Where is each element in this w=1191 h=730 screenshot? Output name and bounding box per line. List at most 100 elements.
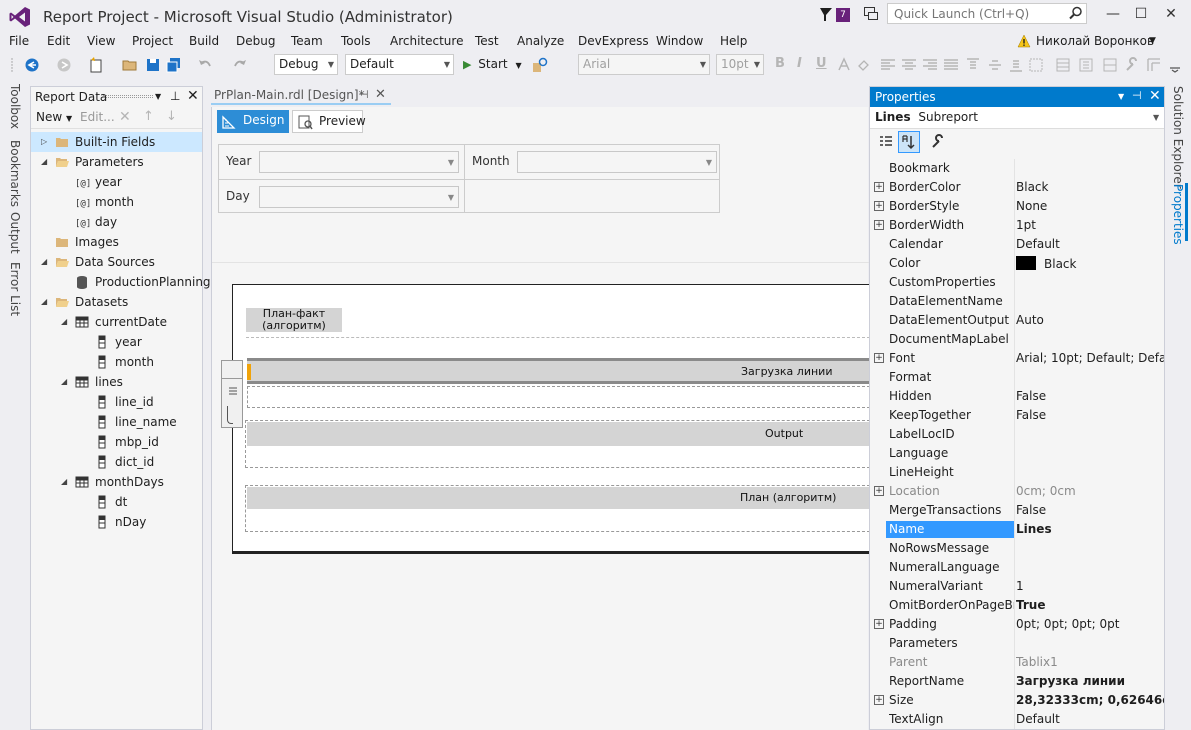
property-value[interactable]: Загрузка линии	[1016, 674, 1164, 688]
property-value[interactable]: False	[1016, 503, 1164, 517]
edit-button[interactable]: Edit...	[80, 110, 115, 124]
property-row-reportname[interactable]: ReportName Загрузка линии	[870, 672, 1164, 691]
save-icon[interactable]	[145, 57, 161, 73]
font-family-select[interactable]: Arial ▼	[578, 54, 710, 75]
tree-item[interactable]: month	[31, 352, 202, 372]
wrench-icon[interactable]	[1124, 57, 1140, 73]
property-row-bookmark[interactable]: Bookmark	[870, 159, 1164, 178]
tree-item[interactable]: dt	[31, 492, 202, 512]
menu-project[interactable]: Project	[132, 34, 173, 48]
align-top-icon[interactable]	[965, 57, 981, 73]
close-icon[interactable]: ✕	[187, 88, 199, 104]
collapse-arrow-icon[interactable]: ◢	[61, 477, 67, 486]
underline-button[interactable]: U	[816, 56, 827, 71]
tab-design[interactable]: Design	[217, 110, 289, 133]
toolbox-tab[interactable]: Toolbox	[8, 84, 22, 129]
year-select[interactable]: ▼	[259, 151, 459, 173]
tree-item[interactable]: ProductionPlanning	[31, 272, 211, 292]
bold-button[interactable]: B	[775, 56, 785, 71]
border-color-icon[interactable]	[1055, 57, 1071, 73]
maximize-button[interactable]: ☐	[1127, 4, 1155, 24]
new-project-icon[interactable]	[88, 57, 104, 73]
find-in-files-icon[interactable]	[532, 57, 548, 73]
pin-icon[interactable]: ⊣	[1132, 89, 1142, 102]
expand-plus-icon[interactable]: +	[874, 353, 884, 363]
user-name[interactable]: Николай Воронков	[1036, 34, 1154, 48]
property-value[interactable]: Default	[1016, 712, 1164, 726]
property-row-mergetransactions[interactable]: MergeTransactions False	[870, 501, 1164, 520]
tree-item[interactable]: [@] month	[31, 192, 202, 212]
property-row-location[interactable]: + Location 0cm; 0cm	[870, 482, 1164, 501]
row-handle-column[interactable]	[221, 360, 243, 428]
expand-plus-icon[interactable]: +	[874, 486, 884, 496]
property-row-size[interactable]: + Size 28,32333cm; 0,62646cm	[870, 691, 1164, 710]
justify-icon[interactable]	[943, 57, 959, 73]
align-bottom-icon[interactable]	[1008, 57, 1024, 73]
property-value[interactable]: 1	[1016, 579, 1164, 593]
tree-item[interactable]: line_name	[31, 412, 202, 432]
navigate-forward-icon[interactable]	[56, 57, 72, 73]
document-tab[interactable]: PrPlan-Main.rdl [Design]* ⊣ ✕	[211, 86, 391, 105]
align-middle-icon[interactable]	[987, 57, 1003, 73]
border-style-icon[interactable]	[1102, 57, 1118, 73]
collapse-arrow-icon[interactable]: ◢	[41, 157, 47, 166]
delete-icon[interactable]: ✕	[119, 109, 131, 125]
align-center-icon[interactable]	[901, 57, 917, 73]
collapse-arrow-icon[interactable]: ◢	[61, 377, 67, 386]
property-row-parent[interactable]: Parent Tablix1	[870, 653, 1164, 672]
search-icon[interactable]	[1069, 6, 1083, 20]
property-value[interactable]: Lines	[1016, 522, 1164, 536]
warning-icon[interactable]	[1017, 34, 1031, 48]
notification-count-badge[interactable]: 7	[836, 8, 850, 22]
property-pages-wrench-icon[interactable]	[930, 134, 946, 150]
property-row-dataelementname[interactable]: DataElementName	[870, 292, 1164, 311]
font-size-select[interactable]: 10pt ▼	[716, 54, 764, 75]
row-box-2[interactable]	[245, 420, 870, 468]
property-value[interactable]: False	[1016, 408, 1164, 422]
move-down-icon[interactable]: ↓	[166, 109, 177, 124]
open-file-icon[interactable]	[122, 57, 138, 73]
tree-item[interactable]: mbp_id	[31, 432, 202, 452]
property-row-hidden[interactable]: Hidden False	[870, 387, 1164, 406]
menu-test[interactable]: Test	[475, 34, 499, 48]
tree-item[interactable]: ▷ Built-in Fields	[31, 132, 202, 152]
expand-plus-icon[interactable]: +	[874, 695, 884, 705]
property-row-bordercolor[interactable]: + BorderColor Black	[870, 178, 1164, 197]
undo-icon[interactable]	[197, 57, 213, 73]
property-row-documentmaplabel[interactable]: DocumentMapLabel	[870, 330, 1164, 349]
month-select[interactable]: ▼	[517, 151, 717, 173]
tree-item[interactable]: ◢ monthDays	[31, 472, 202, 492]
property-row-format[interactable]: Format	[870, 368, 1164, 387]
row-box-1[interactable]	[247, 386, 870, 408]
redo-icon[interactable]	[232, 57, 248, 73]
tree-item[interactable]: ◢ lines	[31, 372, 202, 392]
menu-file[interactable]: File	[9, 34, 29, 48]
property-row-norowsmessage[interactable]: NoRowsMessage	[870, 539, 1164, 558]
expand-plus-icon[interactable]: +	[874, 182, 884, 192]
tree-item[interactable]: [@] year	[31, 172, 202, 192]
property-value[interactable]: Auto	[1016, 313, 1164, 327]
property-value[interactable]: Default	[1016, 237, 1164, 251]
align-right-icon[interactable]	[922, 57, 938, 73]
property-row-padding[interactable]: + Padding 0pt; 0pt; 0pt; 0pt	[870, 615, 1164, 634]
property-row-font[interactable]: + Font Arial; 10pt; Default; Default;	[870, 349, 1164, 368]
property-value[interactable]: None	[1016, 199, 1164, 213]
tree-item[interactable]: line_id	[31, 392, 202, 412]
pin-icon[interactable]: ⊣	[359, 88, 369, 101]
categorized-icon[interactable]	[878, 134, 894, 150]
solution-platform-select[interactable]: Default ▼	[345, 54, 454, 75]
error-list-tab[interactable]: Error List	[8, 262, 22, 316]
new-button[interactable]: New ▼	[36, 110, 72, 124]
property-value[interactable]: 0pt; 0pt; 0pt; 0pt	[1016, 617, 1164, 631]
tree-item[interactable]: nDay	[31, 512, 202, 532]
feedback-icon[interactable]	[863, 6, 879, 22]
property-row-borderwidth[interactable]: + BorderWidth 1pt	[870, 216, 1164, 235]
property-value[interactable]: 1pt	[1016, 218, 1164, 232]
property-row-lineheight[interactable]: LineHeight	[870, 463, 1164, 482]
solution-configuration-select[interactable]: Debug ▼	[274, 54, 338, 75]
menu-architecture[interactable]: Architecture	[390, 34, 463, 48]
menu-analyze[interactable]: Analyze	[517, 34, 564, 48]
expand-arrow-icon[interactable]: ▷	[41, 137, 47, 146]
tree-item[interactable]: year	[31, 332, 202, 352]
tree-item[interactable]: ◢ Data Sources	[31, 252, 202, 272]
